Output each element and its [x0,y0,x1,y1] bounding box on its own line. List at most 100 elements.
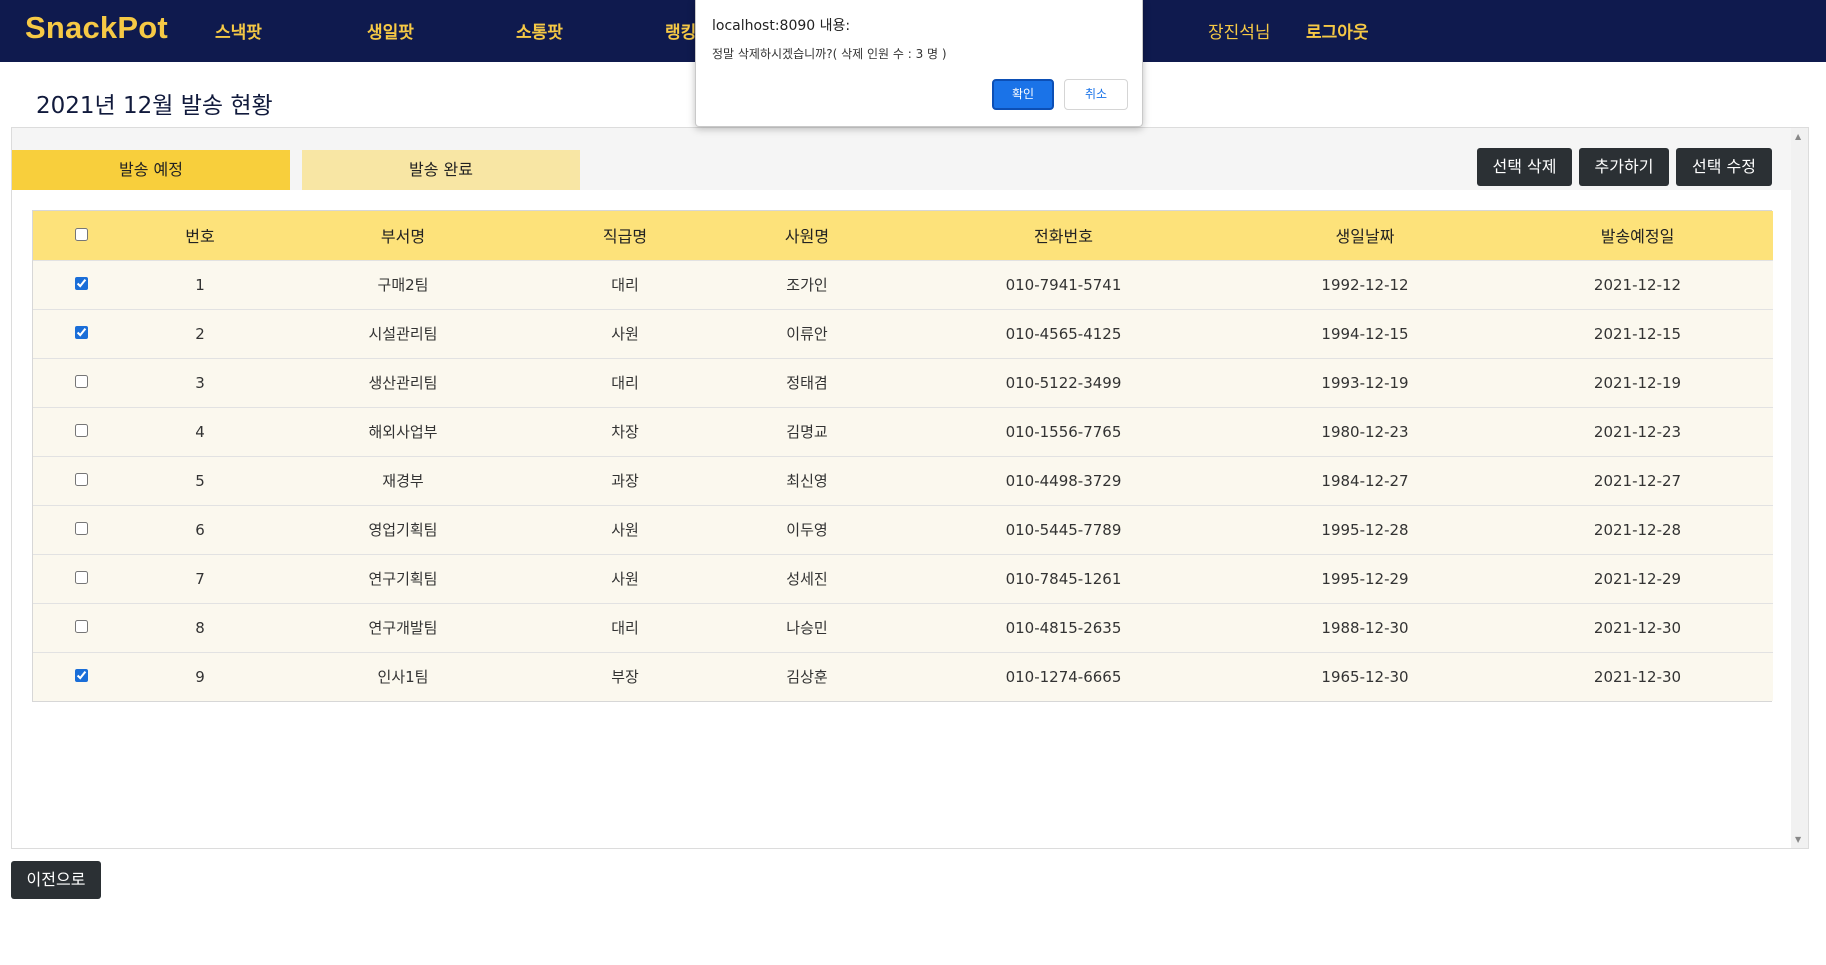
row-checkbox[interactable] [74,619,88,633]
row-phone: 010-7941-5741 [1005,275,1122,294]
row-phone: 010-1274-6665 [1005,667,1122,686]
schedule-table: 번호 부서명 직급명 사원명 전화번호 생일날짜 발송예정일 1 구매2팀 대리 조가… [32,210,1773,702]
row-no: 6 [195,520,205,539]
row-birth: 1995-12-29 [1321,569,1409,588]
dialog-cancel-button[interactable]: 취소 [1064,79,1128,110]
row-name: 이두영 [786,521,828,539]
row-checkbox[interactable] [74,374,88,388]
table-row: 3 생산관리팀 대리 정태겸 010-5122-3499 1993-12-19 2021-1… [33,358,1773,407]
panel-header: 발송 예정 발송 완료 선택 삭제 추가하기 선택 수정 [12,128,1792,190]
row-dept: 구매2팀 [377,276,429,294]
row-dept: 시설관리팀 [368,325,438,343]
row-no: 5 [195,471,205,490]
row-select-cell [33,554,129,603]
row-rank: 사원 [611,521,639,539]
row-no: 9 [195,667,205,686]
table-row: 5 재경부 과장 최신영 010-4498-3729 1984-12-27 2021-12-… [33,456,1773,505]
row-no: 1 [195,275,205,294]
row-select-cell [33,358,129,407]
table-row: 6 영업기획팀 사원 이두영 010-5445-7789 1995-12-28 2021-1… [33,505,1773,554]
column-header-send-date: 발송예정일 [1600,227,1675,247]
user-name: 장진석님 [1208,23,1271,43]
nav-item-snackpot[interactable]: 스낵팟 [215,18,262,43]
add-button[interactable]: 추가하기 [1579,148,1669,186]
row-rank: 부장 [611,668,639,687]
row-name: 최신영 [786,472,828,490]
table-row: 4 해외사업부 차장 김명교 010-1556-7765 1980-12-23 2021-1… [33,407,1773,456]
row-dept: 재경부 [382,472,424,490]
row-dept: 생산관리팀 [368,374,438,392]
row-birth: 1995-12-28 [1321,520,1409,539]
dialog-ok-button[interactable]: 확인 [992,79,1054,110]
table-row: 7 연구기획팀 사원 성세진 010-7845-1261 1995-12-29 2021-1… [33,554,1773,603]
row-name: 나승민 [786,619,828,637]
row-phone: 010-7845-1261 [1005,569,1122,588]
row-phone: 010-5122-3499 [1005,373,1122,392]
column-header-birth: 생일날짜 [1335,227,1395,247]
row-select-cell [33,309,129,358]
row-rank: 대리 [611,374,639,392]
row-name: 김명교 [786,423,828,441]
row-send-date: 2021-12-15 [1593,324,1682,343]
confirm-dialog: localhost:8090 내용: 정말 삭제하시겠습니까?( 삭제 인원 수… [695,0,1143,127]
scroll-up-icon[interactable]: ▲ [1795,132,1801,141]
column-header-dept: 부서명 [380,227,426,247]
row-phone: 010-4565-4125 [1005,324,1122,343]
dialog-origin: localhost:8090 내용: [712,18,851,34]
row-name: 정태겸 [786,374,828,392]
column-header-phone: 전화번호 [1034,227,1093,247]
row-select-cell [33,505,129,554]
row-checkbox[interactable] [74,668,88,682]
row-phone: 010-4815-2635 [1005,618,1122,637]
dialog-message: 정말 삭제하시겠습니까?( 삭제 인원 수 : 3 명 ) [712,47,947,61]
scroll-down-icon[interactable]: ▼ [1795,835,1801,844]
row-phone: 010-5445-7789 [1005,520,1122,539]
row-rank: 차장 [611,423,639,441]
row-checkbox[interactable] [74,276,88,290]
edit-selected-button[interactable]: 선택 수정 [1676,148,1772,186]
row-checkbox[interactable] [74,472,88,486]
logout-link[interactable]: 로그아웃 [1306,18,1369,43]
nav-item-birthday[interactable]: 생일팟 [367,18,414,43]
delete-selected-button[interactable]: 선택 삭제 [1477,148,1572,186]
nav-item-ranking[interactable]: 랭킹 [665,18,696,43]
row-phone: 010-1556-7765 [1005,422,1122,441]
row-rank: 과장 [611,472,639,490]
row-send-date: 2021-12-12 [1593,275,1682,294]
logo[interactable]: SnackPot [25,10,168,46]
table-row: 8 연구개발팀 대리 나승민 010-4815-2635 1988-12-30 2021-1… [33,603,1773,652]
row-name: 조가인 [786,276,828,294]
row-no: 7 [195,569,205,588]
back-button[interactable]: 이전으로 [11,861,101,899]
row-select-cell [33,260,129,309]
row-select-cell [33,603,129,652]
row-rank: 사원 [611,325,639,343]
row-checkbox[interactable] [74,423,88,437]
row-no: 2 [195,324,205,343]
row-checkbox[interactable] [74,570,88,584]
row-select-cell [33,652,129,701]
table-header-row: 번호 부서명 직급명 사원명 전화번호 생일날짜 발송예정일 [33,211,1773,260]
row-send-date: 2021-12-30 [1593,618,1682,637]
row-checkbox[interactable] [74,521,88,535]
row-dept: 연구개발팀 [368,619,438,637]
row-rank: 대리 [611,276,639,294]
scrollbar[interactable]: ▲ ▼ [1791,128,1808,848]
row-birth: 1984-12-27 [1321,471,1409,490]
row-rank: 사원 [611,570,639,588]
row-send-date: 2021-12-19 [1593,373,1682,392]
tab-completed[interactable]: 발송 완료 [302,150,580,190]
row-no: 8 [195,618,205,637]
select-all-checkbox[interactable] [74,227,88,241]
row-send-date: 2021-12-28 [1593,520,1682,539]
tab-scheduled[interactable]: 발송 예정 [12,150,290,190]
row-checkbox[interactable] [74,325,88,339]
nav-item-communication[interactable]: 소통팟 [516,18,563,43]
table-body: 1 구매2팀 대리 조가인 010-7941-5741 1992-12-12 2021-12… [33,260,1773,701]
row-send-date: 2021-12-27 [1593,471,1682,490]
row-send-date: 2021-12-29 [1593,569,1682,588]
row-no: 4 [195,422,205,441]
select-all-cell [33,211,129,260]
table-row: 9 인사1팀 부장 김상훈 010-1274-6665 1965-12-30 2021-12… [33,652,1773,701]
row-send-date: 2021-12-23 [1593,422,1682,441]
